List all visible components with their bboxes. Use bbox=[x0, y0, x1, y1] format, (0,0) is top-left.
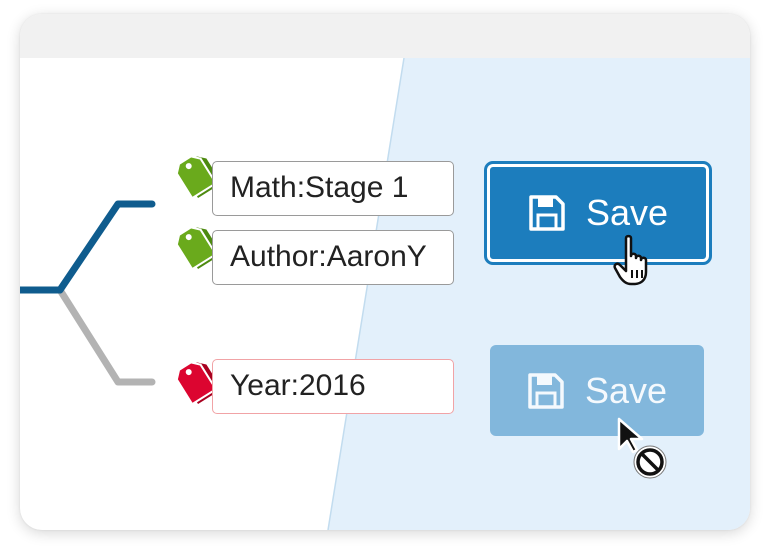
tag-field-year[interactable]: Year:2016 bbox=[212, 359, 454, 414]
floppy-disk-icon bbox=[529, 195, 565, 231]
tag-field-math[interactable]: Math:Stage 1 bbox=[212, 161, 454, 216]
pointer-hand-icon bbox=[613, 234, 648, 286]
save-button[interactable]: Save bbox=[484, 161, 712, 265]
tag-editor-canvas: Math:Stage 1 Author:AaronY Year:2016 Sav… bbox=[20, 58, 750, 530]
tag-icon bbox=[175, 226, 216, 271]
right-panel bbox=[328, 58, 750, 530]
save-button-disabled-label: Save bbox=[584, 369, 668, 411]
tag-field-author[interactable]: Author:AaronY bbox=[212, 230, 454, 285]
floppy-disk-icon bbox=[528, 372, 564, 409]
save-button-label: Save bbox=[585, 192, 669, 233]
tag-icon bbox=[175, 361, 216, 406]
branch-inactive bbox=[20, 286, 156, 386]
window-titlebar bbox=[20, 14, 750, 58]
not-allowed-icon bbox=[617, 417, 667, 479]
tag-icon bbox=[175, 155, 216, 200]
branch-active bbox=[20, 200, 156, 294]
app-window: Math:Stage 1 Author:AaronY Year:2016 Sav… bbox=[20, 14, 750, 530]
